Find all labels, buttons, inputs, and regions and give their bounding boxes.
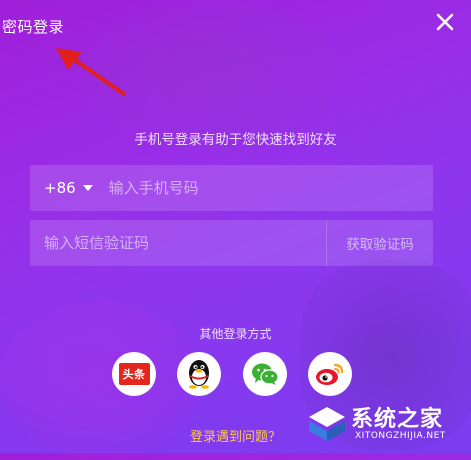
get-code-button[interactable]: 获取验证码 <box>326 220 433 266</box>
weibo-icon <box>315 363 344 385</box>
qq-login-button[interactable] <box>177 352 222 396</box>
phone-field: +86 <box>30 164 433 212</box>
toutiao-login-button[interactable]: 头条 <box>112 352 156 396</box>
watermark-title: 系统之家 <box>351 407 444 432</box>
phone-input[interactable] <box>102 164 433 212</box>
wechat-login-button[interactable] <box>242 352 287 396</box>
watermark-subtitle: XITONGZHIJIA.NET <box>355 431 446 441</box>
country-code-selector[interactable]: +86 <box>30 179 103 197</box>
other-login-label: 其他登录方式 <box>199 327 272 341</box>
caret-down-icon <box>82 185 93 191</box>
watermark: 系统之家 XITONGZHIJIA.NET <box>305 399 465 451</box>
close-icon <box>436 13 454 31</box>
password-login-tab[interactable]: 密码登录 <box>2 16 64 37</box>
login-subtitle: 手机号登录有助于您快速找到好友 <box>134 132 337 148</box>
toutiao-icon: 头条 <box>118 363 150 385</box>
sms-code-field: 获取验证码 <box>30 219 433 267</box>
social-login-row: 头条 <box>112 352 352 396</box>
close-button[interactable] <box>433 10 457 34</box>
sms-code-input[interactable] <box>30 219 326 267</box>
qq-penguin-icon <box>189 360 210 389</box>
annotation-arrow <box>56 48 126 96</box>
country-code-value: +86 <box>44 179 76 197</box>
weibo-login-button[interactable] <box>307 352 352 396</box>
wechat-icon <box>251 363 279 385</box>
site-logo-icon <box>309 407 345 441</box>
